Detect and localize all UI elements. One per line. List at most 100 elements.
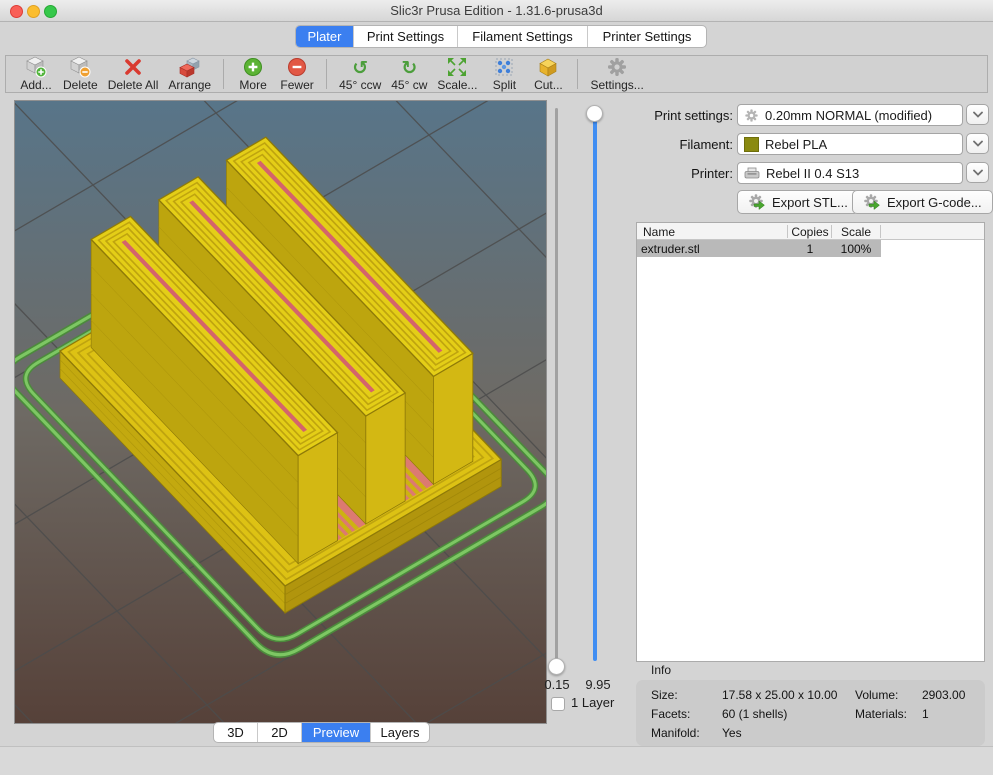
scale-button-label: Scale... — [437, 79, 477, 92]
arrange-icon — [179, 57, 201, 78]
more-button[interactable]: More — [236, 57, 270, 92]
delete-all-button[interactable]: Delete All — [108, 57, 159, 92]
toolbar: Add... Delete Delete All — [5, 55, 988, 93]
rotate-cw-icon: ↻ — [401, 57, 417, 78]
delete-all-icon — [122, 57, 144, 78]
scale-button[interactable]: Scale... — [437, 57, 477, 92]
row-name-cell: extruder.stl — [641, 240, 785, 257]
layer-slider-high-value: 9.95 — [577, 677, 619, 692]
filament-combo[interactable]: Rebel PLA — [737, 133, 963, 155]
printer-combo[interactable]: Rebel II 0.4 S13 — [737, 162, 963, 184]
info-section-title: Info — [651, 663, 671, 677]
cut-cube-icon — [537, 57, 559, 78]
delete-button[interactable]: Delete — [63, 57, 98, 92]
layer-slider-low-value: 0.15 — [536, 677, 578, 692]
manifold-value: Yes — [722, 726, 742, 740]
one-layer-checkbox-label: 1 Layer — [571, 695, 614, 710]
export-gear-arrow-icon — [748, 193, 766, 211]
materials-value: 1 — [922, 707, 929, 721]
layer-slider-low-track[interactable] — [555, 108, 558, 661]
rotate-cw-button-label: 45° cw — [391, 79, 427, 92]
preview-3d-viewport[interactable] — [14, 100, 547, 724]
delete-button-label: Delete — [63, 79, 98, 92]
one-layer-checkbox[interactable] — [551, 697, 565, 711]
settings-button-label: Settings... — [590, 79, 643, 92]
chevron-down-icon — [973, 111, 983, 118]
filament-color-swatch — [744, 137, 759, 152]
column-header-copies[interactable]: Copies — [788, 223, 832, 240]
printer-icon — [744, 167, 760, 180]
cut-button[interactable]: Cut... — [531, 57, 565, 92]
fewer-button-label: Fewer — [280, 79, 313, 92]
tab-print-settings[interactable]: Print Settings — [354, 26, 458, 47]
status-bar — [0, 746, 993, 775]
view-mode-tabset: 3D 2D Preview Layers — [213, 722, 430, 743]
settings-button[interactable]: Settings... — [590, 57, 643, 92]
info-panel: Size: 17.58 x 25.00 x 10.00 Volume: 2903… — [636, 680, 985, 746]
split-button[interactable]: Split — [487, 57, 521, 92]
chevron-down-icon — [973, 169, 983, 176]
print-settings-dropdown-button[interactable] — [966, 104, 989, 125]
filament-dropdown-button[interactable] — [966, 133, 989, 154]
toolbar-separator — [577, 59, 578, 89]
layer-slider-high-thumb[interactable] — [586, 105, 603, 122]
toolbar-separator — [223, 59, 224, 89]
delete-box-icon — [69, 57, 91, 78]
arrange-button-label: Arrange — [168, 79, 211, 92]
title-bar: Slic3r Prusa Edition - 1.31.6-prusa3d — [0, 0, 993, 22]
view-mode-3d[interactable]: 3D — [214, 723, 258, 742]
delete-all-button-label: Delete All — [108, 79, 159, 92]
view-mode-2d[interactable]: 2D — [258, 723, 302, 742]
chevron-down-icon — [973, 140, 983, 147]
export-gcode-button-label: Export G-code... — [887, 195, 982, 210]
column-header-scale[interactable]: Scale — [832, 223, 880, 240]
printer-label: Printer: — [618, 166, 733, 181]
fewer-button[interactable]: Fewer — [280, 57, 314, 92]
toolbar-separator — [326, 59, 327, 89]
row-scale-cell: 100% — [832, 240, 880, 257]
split-button-label: Split — [493, 79, 516, 92]
size-value: 17.58 x 25.00 x 10.00 — [722, 688, 837, 702]
export-gear-arrow-icon — [863, 193, 881, 211]
row-copies-cell: 1 — [788, 240, 832, 257]
printer-dropdown-button[interactable] — [966, 162, 989, 183]
tab-filament-settings[interactable]: Filament Settings — [458, 26, 588, 47]
settings-gear-icon — [606, 57, 628, 78]
object-list-table[interactable]: Name Copies Scale extruder.stl 1 100% — [636, 222, 985, 662]
layer-slider-high-track[interactable] — [593, 113, 597, 661]
print-settings-combo[interactable]: 0.20mm NORMAL (modified) — [737, 104, 963, 126]
column-header-name[interactable]: Name — [643, 223, 783, 240]
print-settings-value: 0.20mm NORMAL (modified) — [765, 108, 932, 123]
materials-label: Materials: — [855, 707, 907, 721]
export-gcode-button[interactable]: Export G-code... — [852, 190, 993, 214]
tab-plater[interactable]: Plater — [296, 26, 354, 47]
rotate-ccw-button[interactable]: ↺ 45° ccw — [339, 57, 381, 92]
table-row[interactable]: extruder.stl 1 100% — [637, 240, 881, 257]
scale-arrows-icon — [446, 57, 468, 78]
object-table-header: Name Copies Scale — [637, 223, 984, 240]
volume-label: Volume: — [855, 688, 898, 702]
tab-printer-settings[interactable]: Printer Settings — [588, 26, 706, 47]
printer-value: Rebel II 0.4 S13 — [766, 166, 859, 181]
rotate-ccw-icon: ↺ — [352, 57, 368, 78]
export-stl-button-label: Export STL... — [772, 195, 848, 210]
facets-value: 60 (1 shells) — [722, 707, 787, 721]
view-mode-preview[interactable]: Preview — [302, 723, 371, 742]
more-button-label: More — [239, 79, 266, 92]
filament-value: Rebel PLA — [765, 137, 827, 152]
view-mode-layers[interactable]: Layers — [371, 723, 429, 742]
main-tabset: Plater Print Settings Filament Settings … — [295, 25, 707, 48]
export-stl-button[interactable]: Export STL... — [737, 190, 859, 214]
add-button[interactable]: Add... — [19, 57, 53, 92]
print-settings-label: Print settings: — [618, 108, 733, 123]
rotate-cw-button[interactable]: ↻ 45° cw — [391, 57, 427, 92]
volume-value: 2903.00 — [922, 688, 965, 702]
arrange-button[interactable]: Arrange — [168, 57, 211, 92]
preset-gear-icon — [744, 108, 759, 123]
filament-label: Filament: — [618, 137, 733, 152]
layer-slider-low-thumb[interactable] — [548, 658, 565, 675]
more-plus-icon — [242, 57, 264, 78]
facets-label: Facets: — [651, 707, 690, 721]
add-box-icon — [25, 57, 47, 78]
gcode-preview-scene — [15, 101, 546, 723]
